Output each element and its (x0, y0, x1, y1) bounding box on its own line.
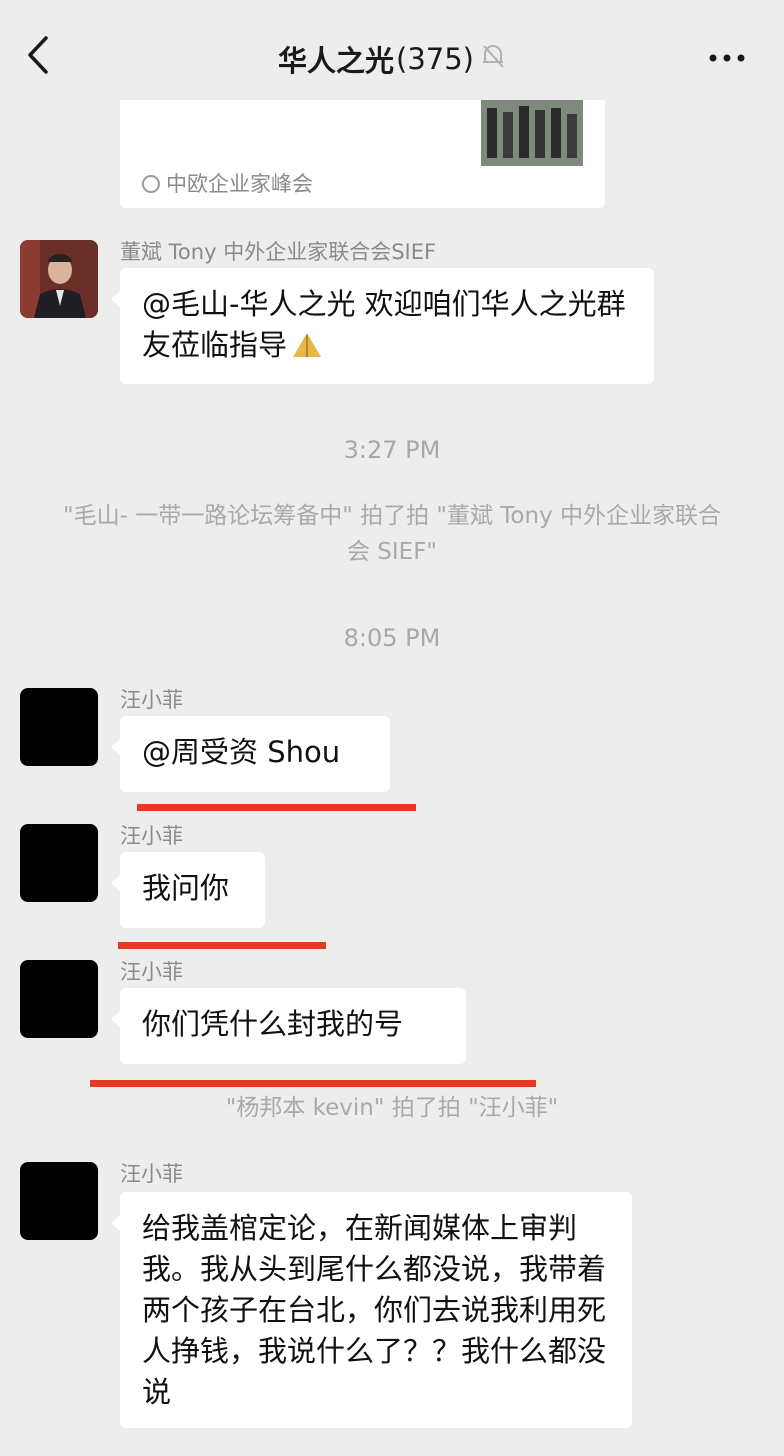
member-count: (375) (396, 42, 474, 76)
avatar[interactable] (20, 688, 98, 766)
message-text: 我问你 (142, 871, 230, 905)
card-source: 中欧企业家峰会 (142, 168, 313, 198)
timestamp: 8:05 PM (343, 624, 441, 652)
chat-header: 华人之光(375) (0, 0, 784, 100)
card-thumbnail (481, 98, 583, 166)
message-bubble[interactable]: 你们凭什么封我的号 (111, 988, 466, 1064)
red-underline-annotation (90, 1080, 536, 1087)
sender-name: 董斌 Tony 中外企业家联合会SIEF (120, 240, 437, 264)
mute-bell-icon (480, 42, 506, 77)
sender-name: 汪小菲 (120, 688, 183, 712)
avatar[interactable] (20, 960, 98, 1038)
red-underline-annotation (137, 804, 416, 811)
message-bubble[interactable]: 给我盖棺定论，在新闻媒体上审判我。我从头到尾什么都没说，我带着两个孩子在台北，你… (111, 1192, 632, 1428)
sender-name: 汪小菲 (120, 1162, 183, 1186)
message-text: @毛山-华人之光 欢迎咱们华人之光群友莅临指导 (142, 287, 626, 362)
message-text: @周受资 Shou (142, 735, 341, 769)
mini-program-icon (142, 175, 160, 193)
timestamp: 3:27 PM (343, 436, 441, 464)
sender-name: 汪小菲 (120, 960, 183, 984)
red-underline-annotation (118, 942, 326, 949)
avatar[interactable] (20, 240, 98, 318)
chat-title: 华人之光(375) (0, 38, 784, 80)
message-bubble[interactable]: @周受资 Shou (111, 716, 390, 792)
pray-emoji-icon (289, 329, 325, 370)
avatar[interactable] (20, 1162, 98, 1240)
group-name: 华人之光 (278, 44, 395, 78)
message-text: 给我盖棺定论，在新闻媒体上审判我。我从头到尾什么都没说，我带着两个孩子在台北，你… (142, 1211, 607, 1409)
system-pat-message: "杨邦本 kevin" 拍了拍 "汪小菲" (225, 1095, 559, 1121)
message-bubble[interactable]: 我问你 (111, 852, 265, 928)
system-pat-message: "毛山- 一带一路论坛筹备中" 拍了拍 "董斌 Tony 中外企业家联合会 SI… (63, 503, 721, 565)
sender-name: 汪小菲 (120, 824, 183, 848)
message-bubble[interactable]: @毛山-华人之光 欢迎咱们华人之光群友莅临指导 (111, 268, 654, 384)
message-text: 你们凭什么封我的号 (142, 1007, 404, 1041)
more-dots-icon[interactable] (708, 38, 748, 78)
avatar[interactable] (20, 824, 98, 902)
